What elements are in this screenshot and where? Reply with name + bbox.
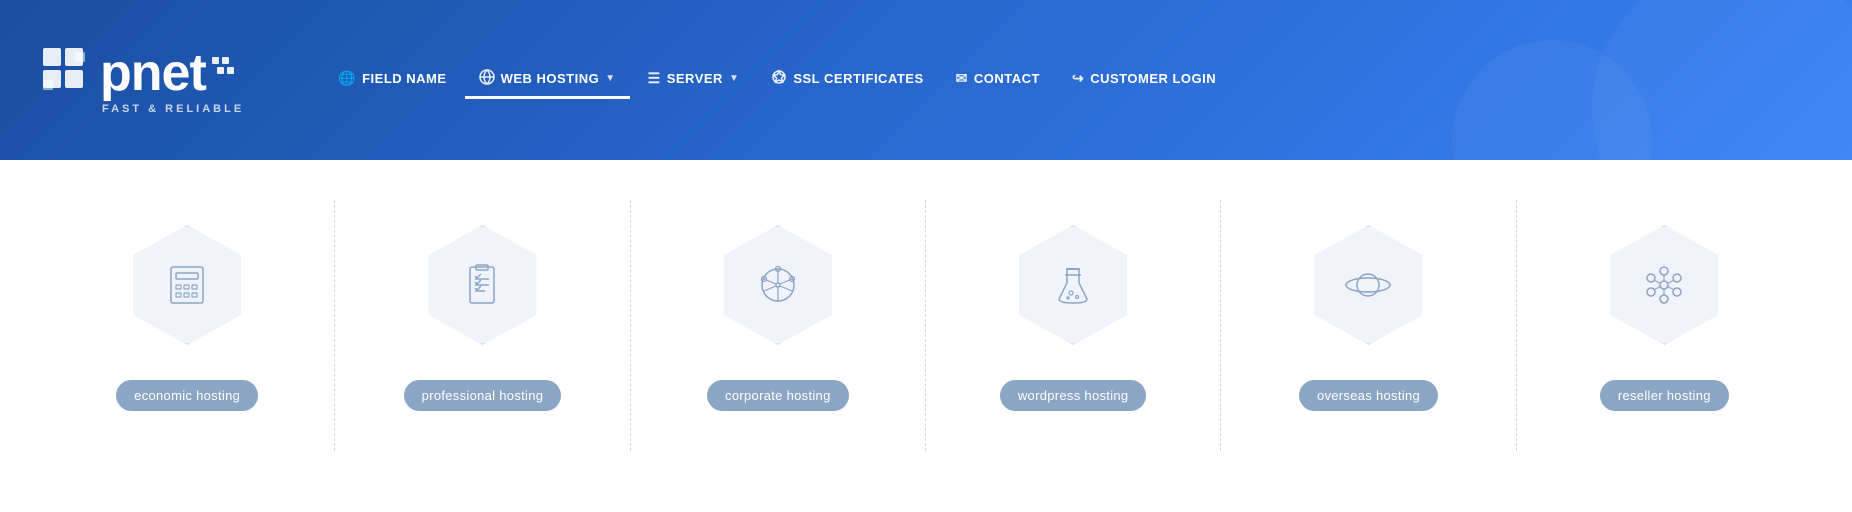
planet-icon [1344,261,1392,309]
logo-icon [40,45,96,101]
server-icon: ☰ [648,70,661,87]
overseas-label: overseas hosting [1299,380,1438,411]
logo-tagline: FAST & RELIABLE [102,103,244,115]
hexagon-wordpress [1008,220,1138,350]
nav-item-contact[interactable]: ✉ CONTACT [942,62,1054,98]
logo-dots-decoration [212,57,240,90]
hosting-item-wordpress[interactable]: wordpress hosting [926,200,1221,451]
hexagon-shape [127,225,247,345]
calculator-icon [163,261,211,309]
economic-label: economic hosting [116,380,258,411]
hexagon-professional [417,220,547,350]
hexagon-shape [422,225,542,345]
professional-label: professional hosting [404,380,562,411]
nav-item-web-hosting[interactable]: WEB HOSTING ▼ [465,61,630,99]
flask-icon [1049,261,1097,309]
logo-text: pnet [40,45,240,101]
chevron-down-icon: ▼ [605,73,615,84]
nav-item-customer-login[interactable]: ↪ CUSTOMER LOGIN [1058,62,1230,98]
logo-area: pnet FAST & RELIABLE [40,45,244,115]
main-content: economic hosting [0,160,1852,512]
chevron-down-icon-2: ▼ [729,73,739,84]
hosting-item-corporate[interactable]: corporate hosting [631,200,926,451]
nav-item-server[interactable]: ☰ SERVER ▼ [634,62,754,98]
reseller-label: reseller hosting [1600,380,1729,411]
network-icon [754,261,802,309]
globe-icon: 🌐 [338,70,356,87]
hosting-item-economic[interactable]: economic hosting [40,200,335,451]
checklist-icon [458,261,506,309]
hexagon-corporate [713,220,843,350]
corporate-label: corporate hosting [707,380,849,411]
nav: 🌐 FIELD NAME WEB HOSTING ▼ ☰ SERVER ▼ [324,61,1812,99]
web-hosting-icon [479,69,495,88]
header: pnet FAST & RELIABLE 🌐 FIELD NAME [0,0,1852,160]
hexagon-economic [122,220,252,350]
wordpress-label: wordpress hosting [1000,380,1147,411]
nav-item-ssl[interactable]: SSL CERTIFICATES [757,61,937,99]
nav-item-field-name[interactable]: 🌐 FIELD NAME [324,62,460,98]
hexagon-shape [1013,225,1133,345]
login-icon: ↪ [1072,70,1084,87]
mail-icon: ✉ [956,70,968,87]
ssl-icon [771,69,787,88]
hexagon-reseller [1599,220,1729,350]
hexagon-shape [1604,225,1724,345]
hexagon-shape [718,225,838,345]
hosting-item-professional[interactable]: professional hosting [335,200,630,451]
brand-name: pnet [100,47,206,99]
hexagon-shape [1308,225,1428,345]
molecule-icon [1640,261,1688,309]
hosting-item-reseller[interactable]: reseller hosting [1517,200,1812,451]
hosting-grid: economic hosting [40,200,1812,451]
hosting-item-overseas[interactable]: overseas hosting [1221,200,1516,451]
hexagon-overseas [1303,220,1433,350]
